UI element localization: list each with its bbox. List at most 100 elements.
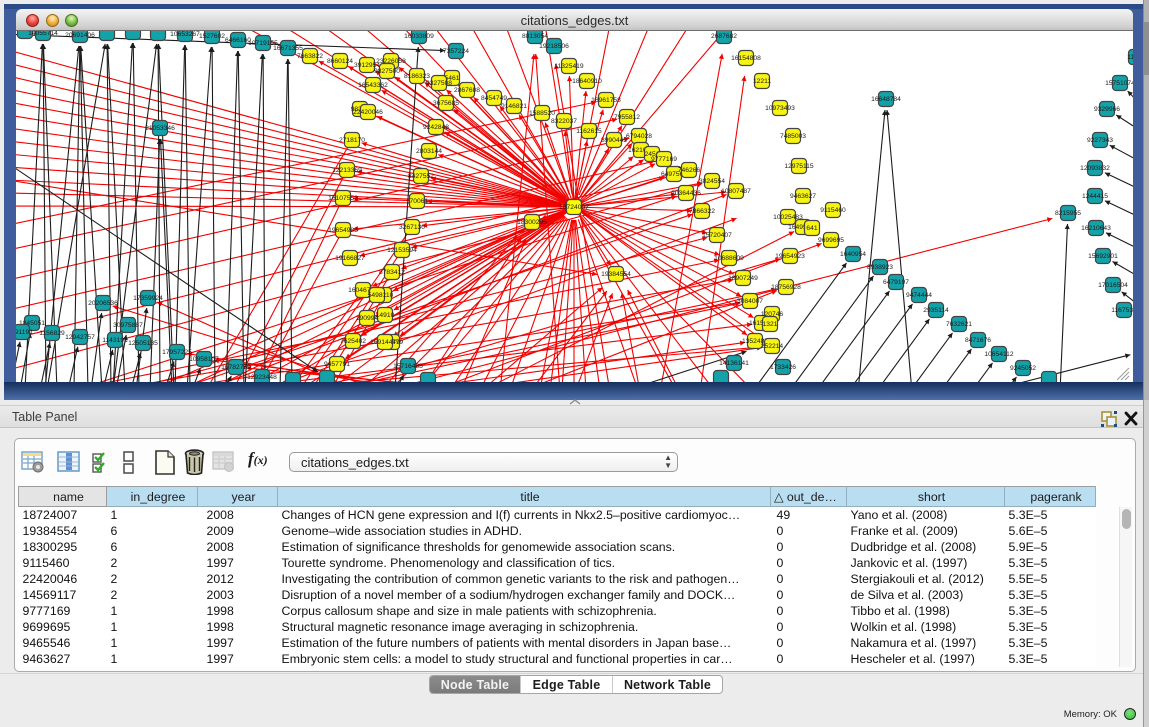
svg-text:17016504: 17016504 [1098, 282, 1128, 289]
svg-text:7663822: 7663822 [297, 53, 323, 60]
svg-text:9329966: 9329966 [1094, 106, 1120, 113]
svg-text:21053346: 21053346 [145, 125, 175, 132]
svg-text:3824554: 3824554 [699, 178, 725, 185]
svg-text:391191: 391191 [16, 329, 33, 336]
svg-text:6479197: 6479197 [883, 279, 909, 286]
svg-text:11325419: 11325419 [554, 63, 584, 70]
svg-text:16782759: 16782759 [221, 364, 251, 371]
svg-text:2867608: 2867608 [454, 87, 480, 94]
svg-text:17957225: 17957225 [162, 349, 192, 356]
svg-text:3267130: 3267130 [399, 224, 425, 231]
svg-text:9463627: 9463627 [790, 193, 816, 200]
svg-text:8454749: 8454749 [481, 95, 507, 102]
svg-text:20206536: 20206536 [88, 300, 118, 307]
svg-text:10653267: 10653267 [170, 31, 200, 38]
svg-text:8938923: 8938923 [867, 264, 893, 271]
svg-text:12093832: 12093832 [1080, 165, 1110, 172]
svg-text:16210643: 16210643 [1081, 225, 1111, 232]
svg-text:1321: 1321 [763, 321, 778, 328]
svg-text:16914479: 16914479 [370, 339, 400, 346]
svg-text:2803144: 2803144 [416, 148, 442, 155]
svg-text:20691406: 20691406 [65, 32, 95, 39]
svg-text:16671355: 16671355 [273, 45, 303, 52]
svg-text:2935114: 2935114 [923, 307, 949, 314]
svg-text:1640954: 1640954 [840, 251, 866, 258]
svg-text:12153594: 12153594 [387, 247, 417, 254]
svg-text:8427552: 8427552 [408, 173, 434, 180]
svg-text:6794028: 6794028 [626, 133, 652, 140]
svg-text:12211: 12211 [753, 78, 771, 85]
svg-text:7625402: 7625402 [340, 338, 366, 345]
svg-text:641: 641 [806, 225, 817, 232]
svg-text:9146821: 9146821 [501, 103, 527, 110]
svg-text:190994: 190994 [356, 315, 379, 322]
svg-text:9245052: 9245052 [1010, 365, 1036, 372]
svg-text:1244415: 1244415 [1082, 193, 1108, 200]
svg-text:7485003: 7485003 [780, 133, 806, 140]
svg-text:15692901: 15692901 [1088, 253, 1118, 260]
svg-text:1588520: 1588520 [529, 110, 555, 117]
svg-text:14910: 14910 [376, 312, 395, 319]
svg-text:8783412: 8783412 [379, 269, 405, 276]
svg-text:15751074: 15751074 [1105, 80, 1133, 87]
svg-text:7866322: 7866322 [689, 208, 715, 215]
svg-text:9242848: 9242848 [423, 124, 449, 131]
svg-text:16107553: 16107553 [328, 195, 358, 202]
svg-text:2687682: 2687682 [711, 33, 737, 40]
svg-text:8471676: 8471676 [965, 337, 991, 344]
svg-text:1156829: 1156829 [39, 330, 65, 337]
svg-text:170061: 170061 [406, 198, 429, 205]
svg-text:252214: 252214 [761, 343, 784, 350]
svg-text:19654923: 19654923 [775, 253, 805, 260]
svg-text:12975115: 12975115 [784, 163, 814, 170]
svg-text:18724007: 18724007 [559, 204, 589, 211]
svg-text:18907249: 18907249 [728, 275, 758, 282]
svg-text:9699695: 9699695 [818, 237, 844, 244]
svg-text:9115460: 9115460 [820, 207, 846, 214]
svg-text:10973493: 10973493 [765, 105, 795, 112]
svg-text:16961758: 16961758 [591, 97, 621, 104]
svg-text:1527602: 1527602 [199, 33, 225, 40]
svg-text:3675685: 3675685 [433, 100, 459, 107]
svg-text:2718170: 2718170 [339, 137, 365, 144]
svg-text:15720407: 15720407 [702, 232, 732, 239]
svg-text:12923448: 12923448 [247, 374, 277, 381]
svg-text:18640910: 18640910 [572, 78, 602, 85]
svg-text:16648784: 16648784 [871, 96, 901, 103]
svg-text:1143191: 1143191 [102, 337, 128, 344]
svg-text:16543362: 16543362 [358, 82, 388, 89]
svg-text:7357224: 7357224 [443, 48, 469, 55]
svg-text:14055714: 14055714 [28, 31, 58, 37]
svg-text:18756928: 18756928 [771, 284, 801, 291]
svg-text:9327508: 9327508 [426, 80, 452, 87]
svg-text:9777169: 9777169 [651, 156, 677, 163]
svg-text:8813054: 8813054 [522, 33, 548, 40]
svg-text:9474444: 9474444 [906, 292, 932, 299]
svg-text:54981: 54981 [368, 292, 387, 299]
svg-text:19384554: 19384554 [601, 271, 631, 278]
svg-text:10654112: 10654112 [984, 351, 1014, 358]
svg-text:7955812: 7955812 [614, 114, 640, 121]
svg-text:9827500: 9827500 [374, 68, 400, 75]
svg-text:12505135: 12505135 [128, 340, 158, 347]
svg-text:22420046: 22420046 [353, 109, 383, 116]
svg-text:16154808: 16154808 [731, 55, 761, 62]
svg-text:19218506: 19218506 [539, 43, 569, 50]
svg-text:19166827: 19166827 [335, 255, 365, 262]
svg-text:9227343: 9227343 [1087, 137, 1113, 144]
svg-text:11120: 11120 [1127, 54, 1133, 61]
svg-text:8660124: 8660124 [327, 58, 353, 65]
svg-text:1167531: 1167531 [1111, 307, 1133, 314]
svg-text:1733426: 1733426 [770, 364, 796, 371]
svg-text:14136141: 14136141 [719, 360, 749, 367]
svg-text:1162615: 1162615 [576, 128, 602, 135]
svg-text:12213369: 12213369 [332, 167, 362, 174]
svg-text:8990443: 8990443 [601, 137, 627, 144]
svg-text:8322037: 8322037 [551, 118, 577, 125]
svg-text:19654983: 19654983 [328, 227, 358, 234]
svg-text:10807487: 10807487 [721, 188, 751, 195]
svg-text:3084007: 3084007 [737, 298, 763, 305]
svg-text:17359924: 17359924 [133, 295, 163, 302]
svg-text:8186323: 8186323 [404, 73, 430, 80]
svg-text:7632621: 7632621 [946, 321, 972, 328]
